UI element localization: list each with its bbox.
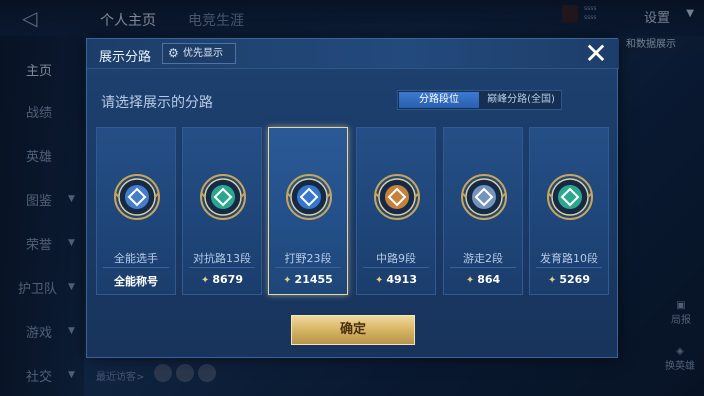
jungle-emblem — [286, 174, 332, 220]
lane-card-score-value: 864 — [477, 273, 501, 286]
lane-card-score-value: 5269 — [559, 273, 590, 286]
lane-card-score-value: 8679 — [212, 273, 243, 286]
farm-lane-emblem — [547, 174, 593, 220]
priority-display-label: 优先显示 — [183, 48, 223, 59]
priority-display-button[interactable]: ⚙ 优先显示 — [162, 43, 236, 64]
lane-card-name: 对抗路13段 — [193, 252, 251, 265]
score-icon: ✦ — [374, 275, 384, 286]
mid-lane-emblem — [374, 174, 420, 220]
lane-card-badge: 全能称号 — [114, 275, 158, 288]
lane-card-score: ✦ 864 — [444, 273, 522, 286]
gear-icon: ⚙ — [168, 46, 179, 60]
prompt-text: 请选择展示的分路 — [101, 95, 213, 111]
lane-display-dialog: 展示分路 ⚙ 优先显示 ✕ 请选择展示的分路 分路段位 巅峰分路(全国) 全能选… — [86, 38, 619, 358]
lane-card-name: 游走2段 — [463, 252, 503, 265]
divider — [536, 267, 602, 268]
divider — [103, 267, 169, 268]
dialog-title: 展示分路 — [99, 50, 152, 65]
lane-card[interactable]: 发育路10段 ✦ 5269 — [529, 127, 609, 295]
tab-lane-rank[interactable]: 分路段位 — [399, 92, 479, 108]
confirm-button[interactable]: 确定 — [291, 315, 415, 345]
divider — [363, 267, 429, 268]
all-round-emblem — [114, 174, 160, 220]
score-icon: ✦ — [547, 275, 557, 286]
lane-card-name: 发育路10段 — [540, 252, 598, 265]
lane-card-score-value: 21455 — [294, 273, 333, 286]
lane-card[interactable]: 对抗路13段 ✦ 8679 — [182, 127, 262, 295]
lane-card-score: ✦ 8679 — [183, 273, 261, 286]
lane-card-name: 中路9段 — [376, 252, 416, 265]
divider — [189, 267, 255, 268]
close-icon[interactable]: ✕ — [581, 39, 611, 69]
score-icon: ✦ — [465, 275, 475, 286]
divider — [450, 267, 516, 268]
score-icon: ✦ — [283, 275, 292, 286]
score-icon: ✦ — [200, 275, 210, 286]
lane-card-score-value: 4913 — [386, 273, 417, 286]
roam-emblem — [461, 174, 507, 220]
lane-card-score: ✦ 21455 — [269, 273, 347, 286]
dialog-header: 展示分路 ⚙ 优先显示 ✕ — [87, 39, 619, 69]
rank-segment-control: 分路段位 巅峰分路(全国) — [397, 90, 562, 110]
lane-card-score: ✦ 5269 — [530, 273, 608, 286]
lane-card-name: 打野23段 — [284, 252, 332, 265]
lane-card[interactable]: 中路9段 ✦ 4913 — [356, 127, 436, 295]
lane-card-score: ✦ 4913 — [357, 273, 435, 286]
tab-peak-lane[interactable]: 巅峰分路(全国) — [482, 92, 560, 108]
clash-lane-emblem — [200, 174, 246, 220]
lane-card[interactable]: 打野23段 ✦ 21455 — [268, 127, 348, 295]
lane-card[interactable]: 游走2段 ✦ 864 — [443, 127, 523, 295]
divider — [275, 267, 341, 268]
lane-card-name: 全能选手 — [114, 252, 158, 265]
lane-card[interactable]: 全能选手 全能称号 — [96, 127, 176, 295]
